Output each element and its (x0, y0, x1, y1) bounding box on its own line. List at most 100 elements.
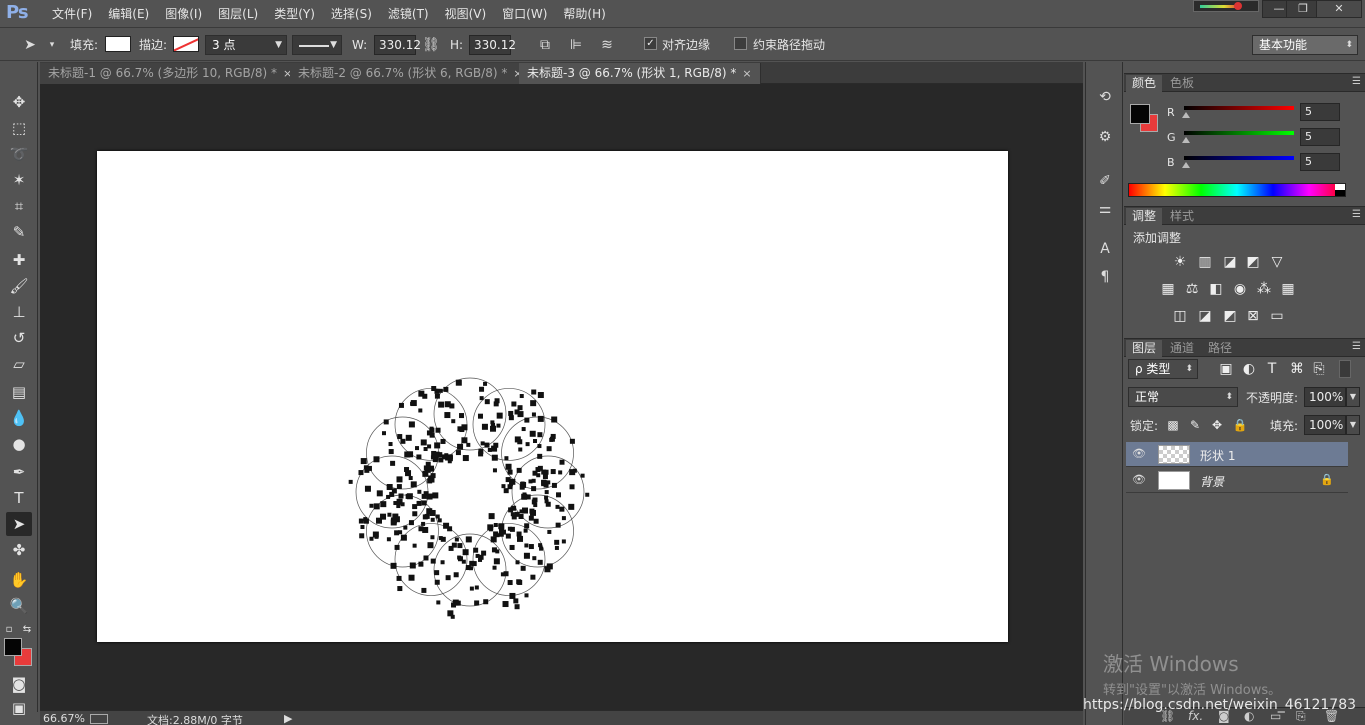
character-panel-icon[interactable]: A (1094, 238, 1116, 260)
curves-icon[interactable]: ◪ (1220, 252, 1240, 272)
layer-name[interactable]: 形状 1 (1200, 447, 1235, 464)
shape-artwork[interactable] (97, 151, 1008, 642)
filter-shape-icon[interactable]: ⌘ (1287, 359, 1307, 379)
blue-slider[interactable] (1184, 156, 1294, 160)
gradient-tool-icon[interactable]: ▤ (6, 380, 32, 404)
menu-edit[interactable]: 编辑(E) (100, 0, 157, 28)
panel-menu-icon[interactable]: ☰ (1352, 76, 1361, 87)
canvas-area[interactable] (40, 84, 1083, 710)
paragraph-panel-icon[interactable]: ¶ (1094, 266, 1116, 288)
green-slider-thumb[interactable] (1182, 137, 1190, 143)
red-slider[interactable] (1184, 106, 1294, 110)
tab-styles[interactable]: 样式 (1164, 208, 1200, 225)
move-tool-icon[interactable]: ✥ (6, 90, 32, 114)
layer-name[interactable]: 背景 (1200, 473, 1224, 490)
lock-transparent-icon[interactable]: ▩ (1163, 415, 1183, 435)
layer-row-shape-1[interactable]: 👁 形状 1 (1126, 442, 1348, 467)
menu-layer[interactable]: 图层(L) (210, 0, 266, 28)
zoom-level[interactable]: 66.67% (43, 712, 85, 725)
brush-presets-icon[interactable]: ⚌ (1094, 198, 1116, 220)
dodge-tool-icon[interactable]: ● (6, 432, 32, 456)
path-selection-tool-icon[interactable]: ➤ (6, 512, 32, 536)
tab-color[interactable]: 颜色 (1126, 75, 1163, 92)
lock-position-icon[interactable]: ✥ (1207, 415, 1227, 435)
properties-panel-icon[interactable]: ⚙ (1094, 126, 1116, 148)
stroke-swatch[interactable] (173, 36, 199, 52)
zoom-tool-icon[interactable]: 🔍 (6, 594, 32, 618)
tab-layers[interactable]: 图层 (1126, 340, 1163, 357)
posterize-icon[interactable]: ◪ (1195, 306, 1215, 326)
lasso-tool-icon[interactable]: ➰ (6, 142, 32, 166)
brush-panel-icon[interactable]: ✐ (1094, 170, 1116, 192)
stroke-width-field[interactable]: 3 点 ▼ (205, 35, 287, 55)
fill-swatch[interactable] (105, 36, 131, 52)
menu-file[interactable]: 文件(F) (44, 0, 100, 28)
color-spectrum[interactable] (1128, 183, 1346, 197)
tab-channels[interactable]: 通道 (1164, 340, 1200, 357)
preset-dropdown-icon[interactable]: ▾ (42, 35, 62, 55)
blue-value[interactable]: 5 (1300, 153, 1340, 171)
opacity-dropdown-arrow-icon[interactable]: ▼ (1346, 387, 1360, 407)
brush-tool-icon[interactable]: 🖌 (6, 274, 32, 298)
lock-pixels-icon[interactable]: ✎ (1185, 415, 1205, 435)
type-tool-icon[interactable]: T (6, 486, 32, 510)
menu-help[interactable]: 帮助(H) (555, 0, 613, 28)
eyedropper-tool-icon[interactable]: ✎ (6, 220, 32, 244)
menu-select[interactable]: 选择(S) (323, 0, 380, 28)
path-alignment-icon[interactable]: ⊫ (566, 35, 586, 55)
filter-pixel-icon[interactable]: ▣ (1216, 359, 1236, 379)
menu-image[interactable]: 图像(I) (157, 0, 210, 28)
path-arrangement-icon[interactable]: ≋ (597, 35, 617, 55)
restore-button[interactable]: ❐ (1286, 0, 1320, 18)
blend-mode-dropdown[interactable]: 正常 ⬍ (1128, 387, 1238, 407)
levels-icon[interactable]: ▥ (1195, 252, 1215, 272)
gradient-map-icon[interactable]: ▭ (1267, 306, 1287, 326)
magic-wand-tool-icon[interactable]: ✶ (6, 168, 32, 192)
lock-all-icon[interactable]: 🔒 (1230, 415, 1250, 435)
healing-brush-tool-icon[interactable]: ✚ (6, 248, 32, 272)
height-field[interactable]: 330.12 (469, 35, 516, 55)
color-balance-icon[interactable]: ⚖ (1182, 279, 1202, 299)
layer-row-background[interactable]: 👁 背景 🔒 (1126, 468, 1348, 493)
filter-adjustment-icon[interactable]: ◐ (1239, 359, 1259, 379)
foreground-color-swatch[interactable] (4, 638, 22, 656)
crop-tool-icon[interactable]: ⌗ (6, 194, 32, 218)
black-white-icon[interactable]: ◧ (1206, 279, 1226, 299)
brightness-contrast-icon[interactable]: ☀ (1170, 252, 1190, 272)
photo-filter-icon[interactable]: ◉ (1230, 279, 1250, 299)
tab-untitled-1[interactable]: 未标题-1 @ 66.7% (多边形 10, RGB/8) * × (40, 63, 302, 84)
close-button[interactable]: ✕ (1316, 0, 1362, 18)
eraser-tool-icon[interactable]: ▱ (6, 352, 32, 376)
tab-untitled-2[interactable]: 未标题-2 @ 66.7% (形状 6, RGB/8) * × (290, 63, 532, 84)
fill-dropdown-arrow-icon[interactable]: ▼ (1346, 415, 1360, 435)
constrain-path-checkbox[interactable] (734, 37, 747, 50)
history-panel-icon[interactable]: ⟲ (1094, 86, 1116, 108)
filter-smart-object-icon[interactable]: ⎘ (1309, 359, 1329, 379)
clone-stamp-tool-icon[interactable]: ⊥ (6, 300, 32, 324)
pen-tool-icon[interactable]: ✒ (6, 460, 32, 484)
menu-window[interactable]: 窗口(W) (494, 0, 555, 28)
eye-icon[interactable]: 👁 (1132, 447, 1146, 461)
color-lookup-icon[interactable]: ▦ (1278, 279, 1298, 299)
stroke-type-dropdown[interactable]: ▼ (292, 35, 342, 55)
path-selection-preset-icon[interactable]: ➤ (20, 35, 40, 55)
eye-icon[interactable]: 👁 (1132, 473, 1146, 487)
opacity-field[interactable]: 100% (1304, 387, 1346, 407)
custom-shape-tool-icon[interactable]: ✤ (6, 538, 32, 562)
hue-saturation-icon[interactable]: ▦ (1158, 279, 1178, 299)
tab-adjustments[interactable]: 调整 (1126, 208, 1163, 225)
red-value[interactable]: 5 (1300, 103, 1340, 121)
exposure-icon[interactable]: ◩ (1243, 252, 1263, 272)
fill-field[interactable]: 100% (1304, 415, 1346, 435)
green-slider[interactable] (1184, 131, 1294, 135)
close-icon[interactable]: × (742, 67, 751, 80)
threshold-icon[interactable]: ◩ (1220, 306, 1240, 326)
width-field[interactable]: 330.12 (374, 35, 421, 55)
red-slider-thumb[interactable] (1182, 112, 1190, 118)
channel-mixer-icon[interactable]: ⁂ (1254, 279, 1274, 299)
marquee-tool-icon[interactable]: ⬚ (6, 116, 32, 140)
vibrance-icon[interactable]: ▽ (1267, 252, 1287, 272)
blue-slider-thumb[interactable] (1182, 162, 1190, 168)
menu-type[interactable]: 类型(Y) (266, 0, 323, 28)
tab-paths[interactable]: 路径 (1202, 340, 1238, 357)
